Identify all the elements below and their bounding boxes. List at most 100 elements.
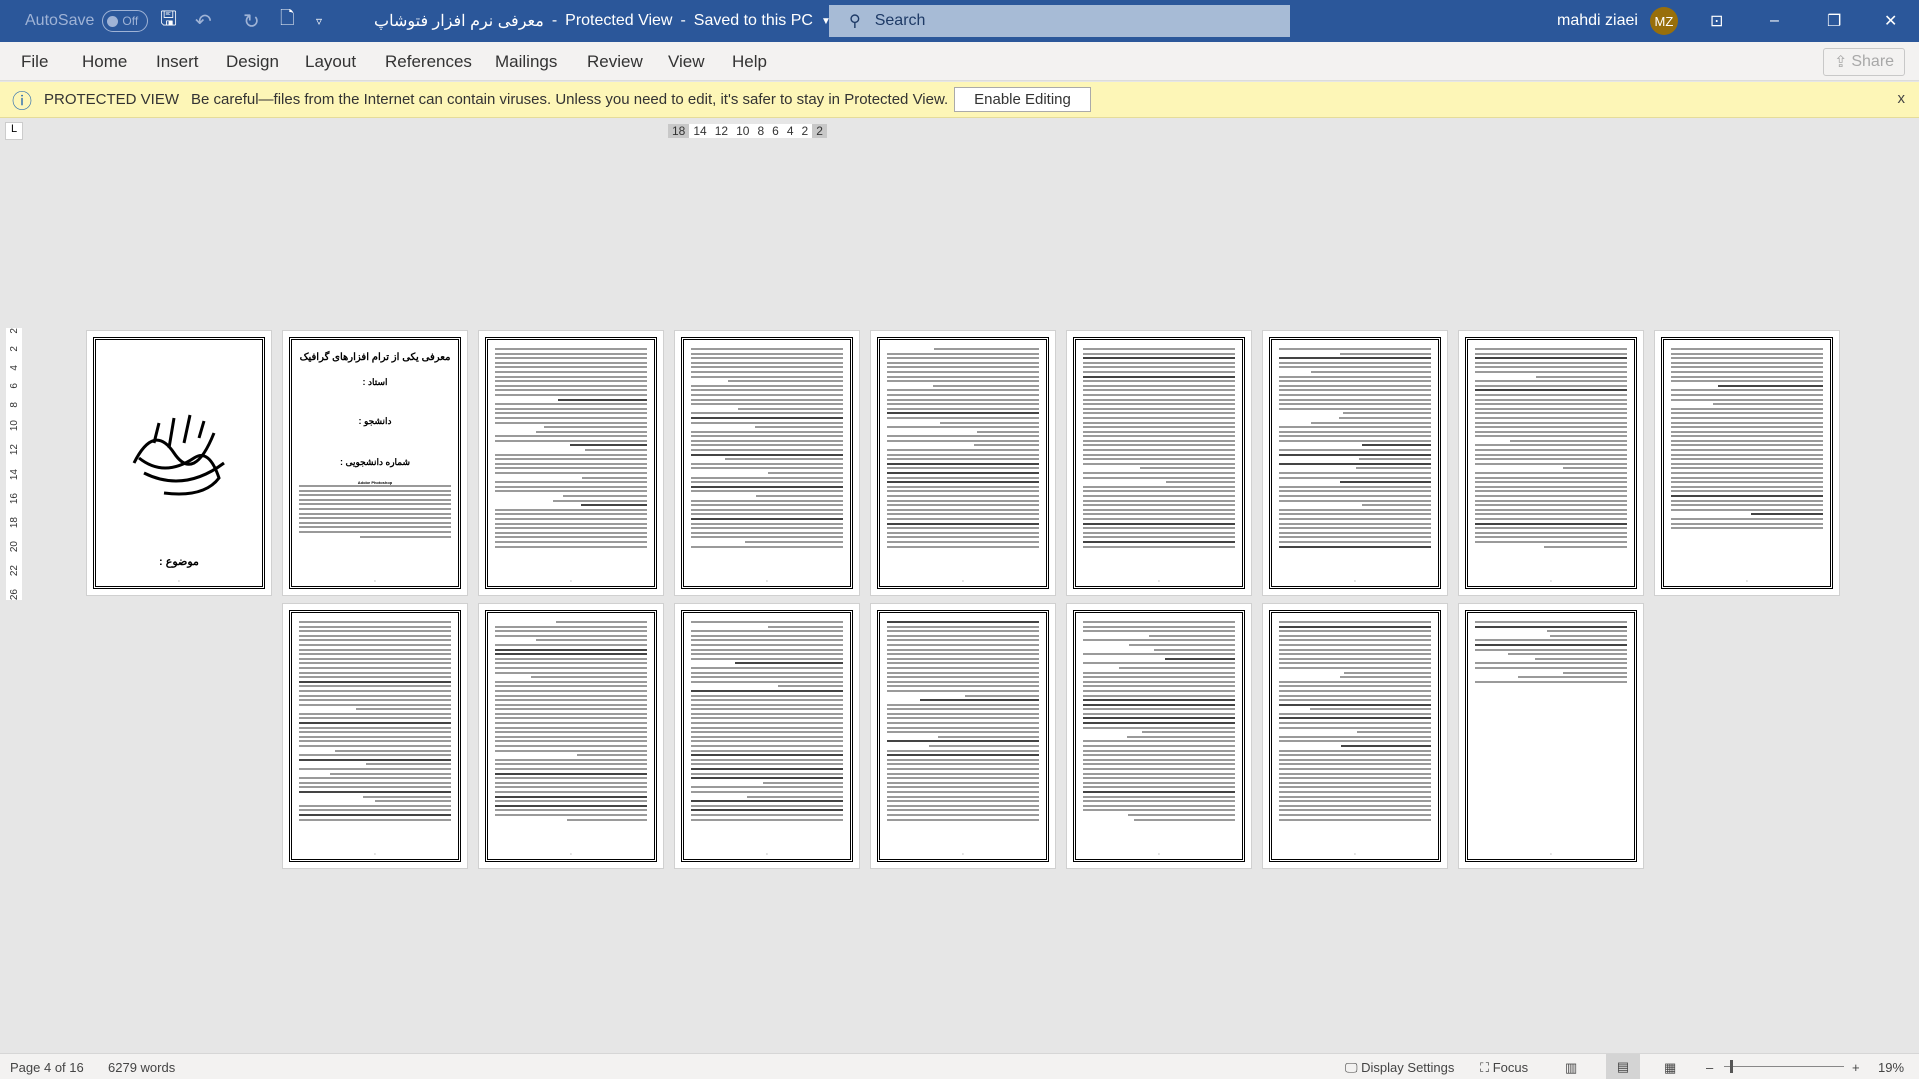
text-line: [1475, 517, 1627, 520]
customize-toolbar-icon[interactable]: ▿: [316, 0, 322, 42]
text-line: [1083, 758, 1235, 761]
text-line: [887, 357, 1039, 360]
save-icon[interactable]: 🖫: [160, 0, 177, 42]
text-line: [1279, 717, 1431, 720]
text-line: [691, 621, 843, 623]
page-thumbnail[interactable]: •: [1066, 330, 1252, 596]
text-line: [1279, 754, 1431, 757]
text-line: [887, 754, 1039, 757]
text-line: [1083, 722, 1235, 725]
page-thumbnail[interactable]: •: [674, 330, 860, 596]
text-line: [495, 380, 647, 383]
text-line: [1279, 527, 1431, 530]
tab-file[interactable]: File: [21, 52, 48, 72]
text-line: [1671, 522, 1823, 525]
text-line: [691, 393, 843, 396]
text-line: [887, 472, 1039, 475]
ruler-mark: 2: [8, 328, 20, 334]
page-thumbnail[interactable]: •: [870, 330, 1056, 596]
page-border: •: [289, 610, 461, 862]
text-line: [887, 726, 1039, 729]
text-line: [299, 498, 451, 501]
redo-icon[interactable]: ↻: [243, 0, 260, 42]
text-line: [1671, 490, 1823, 493]
page-thumbnail[interactable]: •: [478, 330, 664, 596]
close-bar-button[interactable]: x: [1898, 90, 1906, 107]
page-thumbnail[interactable]: •: [478, 603, 664, 869]
text-line: [691, 758, 843, 761]
page-thumbnail[interactable]: معرفی یکی از ترام افزارهای گرافیک استاد :…: [282, 330, 468, 596]
page-thumbnail[interactable]: •: [1262, 330, 1448, 596]
text-line: [1671, 357, 1823, 360]
new-document-icon[interactable]: 🗋: [280, 0, 294, 42]
vertical-ruler[interactable]: 2 2 4 6 8 10 12 14 16 18 20 22 26: [6, 328, 22, 600]
page-thumbnail[interactable]: •: [1066, 603, 1252, 869]
print-layout-icon[interactable]: ▤: [1606, 1054, 1640, 1079]
page-number: •: [1158, 578, 1160, 583]
minimize-icon[interactable]: –: [1770, 0, 1779, 42]
text-line: [887, 370, 1039, 373]
zoom-out-button[interactable]: –: [1706, 1060, 1713, 1075]
tab-review[interactable]: Review: [587, 52, 643, 72]
text-line: [299, 489, 451, 492]
text-line: [1083, 708, 1235, 711]
search-box[interactable]: ⚲ Search: [829, 5, 1290, 37]
document-title[interactable]: معرفی نرم افزار فتوشاپ - Protected View - Sa…: [374, 0, 831, 42]
tab-design[interactable]: Design: [226, 52, 279, 72]
toggle-switch[interactable]: Off: [102, 10, 149, 32]
zoom-in-button[interactable]: +: [1852, 1060, 1860, 1075]
page-thumbnail[interactable]: •: [674, 603, 860, 869]
horizontal-ruler[interactable]: 18 14 12 10 8 6 4 2 2: [668, 122, 827, 140]
ribbon-display-icon[interactable]: ⊡: [1710, 0, 1723, 42]
text-line: [1279, 375, 1431, 378]
page-thumbnail[interactable]: •: [870, 603, 1056, 869]
zoom-level[interactable]: 19%: [1878, 1060, 1904, 1075]
page-thumbnail[interactable]: موضوع : •: [86, 330, 272, 596]
text-line: [691, 648, 843, 651]
web-layout-icon[interactable]: ▦: [1664, 1060, 1676, 1076]
tab-mailings[interactable]: Mailings: [495, 52, 557, 72]
tab-help[interactable]: Help: [732, 52, 767, 72]
page-thumbnail[interactable]: •: [1262, 603, 1448, 869]
word-count[interactable]: 6279 words: [108, 1060, 175, 1075]
text-line: [531, 676, 647, 679]
undo-icon[interactable]: ↶: [195, 0, 212, 42]
page-thumbnail[interactable]: •: [282, 603, 468, 869]
text-line: [887, 717, 1039, 720]
focus-button[interactable]: ⛶ Focus: [1480, 1060, 1528, 1076]
text-line: [1279, 449, 1431, 452]
text-line: [1083, 689, 1235, 692]
text-line: [1154, 648, 1235, 651]
close-icon[interactable]: ✕: [1884, 0, 1897, 42]
text-line: [1149, 634, 1235, 637]
text-line: [1083, 781, 1235, 784]
page-thumbnail[interactable]: •: [1458, 330, 1644, 596]
text-line: [691, 666, 843, 669]
text-line: [1279, 790, 1431, 793]
display-settings-button[interactable]: 🖵 Display Settings: [1345, 1060, 1454, 1076]
page-counter[interactable]: Page 4 of 16: [10, 1060, 84, 1075]
page-thumbnail[interactable]: •: [1458, 603, 1644, 869]
zoom-slider[interactable]: [1724, 1060, 1844, 1073]
page-thumbnail[interactable]: •: [1654, 330, 1840, 596]
tab-selector[interactable]: L: [5, 122, 23, 140]
text-line: [299, 512, 451, 515]
tab-references[interactable]: References: [385, 52, 472, 72]
account[interactable]: mahdi ziaei MZ: [1557, 0, 1678, 42]
enable-editing-button[interactable]: Enable Editing: [954, 87, 1091, 112]
tab-home[interactable]: Home: [82, 52, 127, 72]
text-line: [1083, 685, 1235, 688]
restore-icon[interactable]: ❐: [1827, 0, 1841, 42]
text-line: [691, 403, 843, 406]
page-border: •: [1073, 610, 1245, 862]
text-line: [1671, 527, 1823, 530]
tab-layout[interactable]: Layout: [305, 52, 356, 72]
read-mode-icon[interactable]: ▥: [1565, 1060, 1577, 1076]
tab-view[interactable]: View: [668, 52, 705, 72]
text-line: [1340, 352, 1431, 355]
tab-insert[interactable]: Insert: [156, 52, 199, 72]
share-button[interactable]: ⇪ Share: [1823, 48, 1905, 76]
text-line: [691, 630, 843, 633]
autosave-toggle[interactable]: AutoSave Off: [25, 0, 149, 42]
page-border: •: [877, 337, 1049, 589]
